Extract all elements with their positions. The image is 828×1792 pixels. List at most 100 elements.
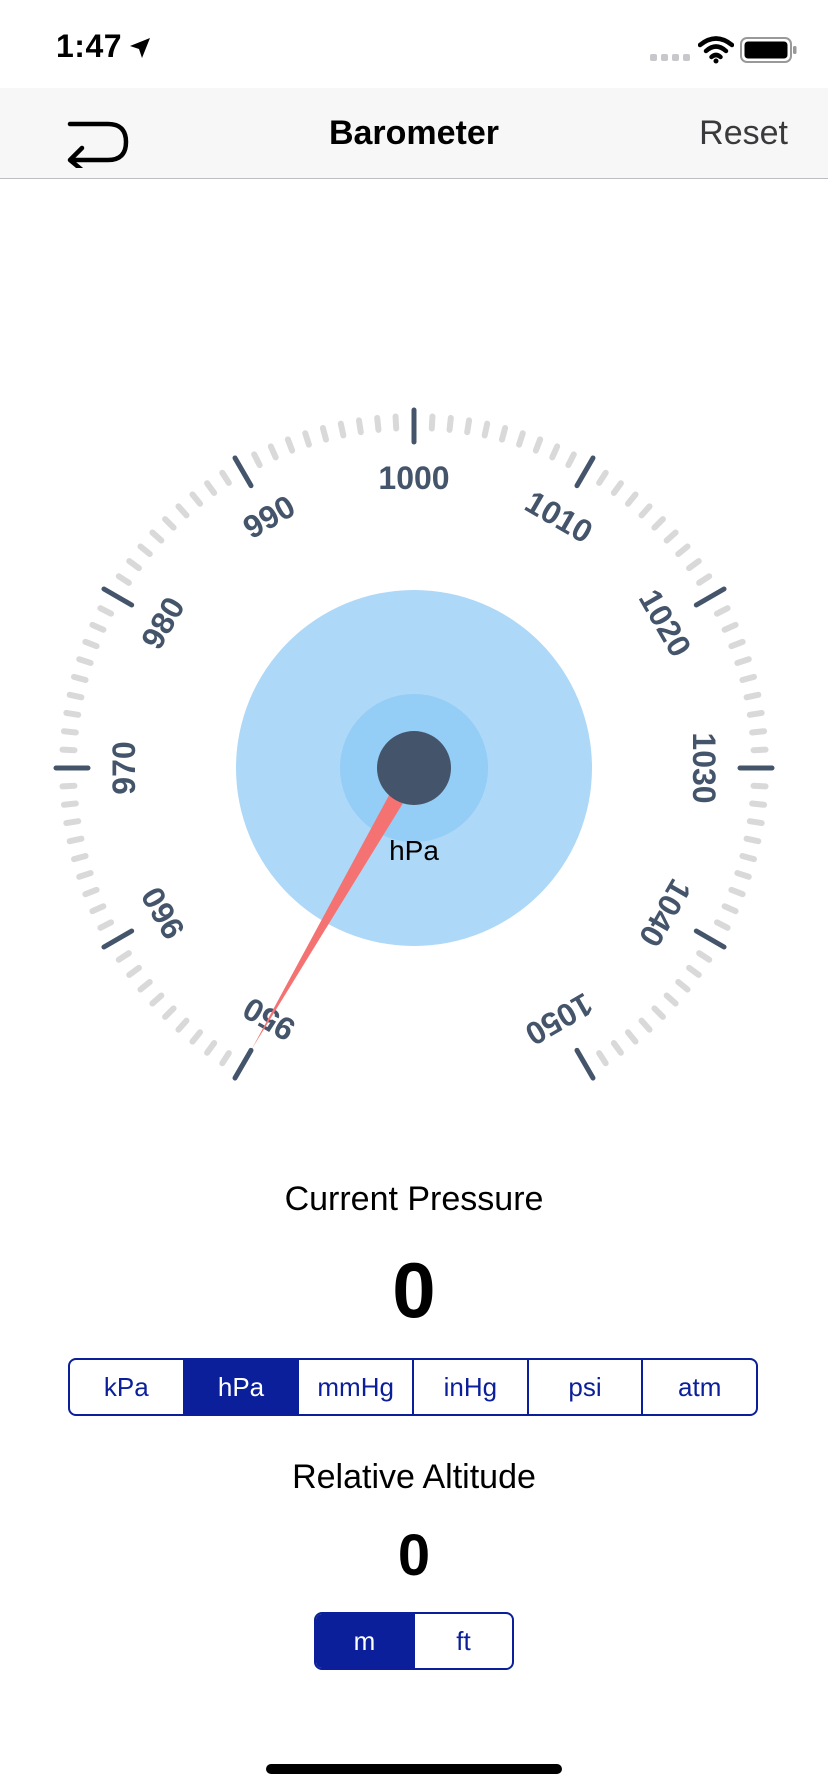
gauge-minor-tick xyxy=(319,424,330,443)
gauge-minor-tick xyxy=(721,903,739,915)
gauge-minor-tick xyxy=(565,451,577,469)
unit-mmhg[interactable]: mmHg xyxy=(299,1360,415,1414)
gauge-minor-tick xyxy=(82,886,100,898)
gauge-minor-tick xyxy=(464,417,473,436)
gauge-minor-tick xyxy=(302,430,312,448)
gauge-minor-tick xyxy=(610,480,624,496)
gauge-tick-label: 1050 xyxy=(519,986,599,1053)
gauge-minor-tick xyxy=(337,420,347,439)
gauge-minor-tick xyxy=(446,414,454,433)
gauge-minor-tick xyxy=(696,950,713,963)
gauge-tick-label: 980 xyxy=(134,591,192,655)
gauge-minor-tick xyxy=(728,638,746,650)
unit-atm[interactable]: atm xyxy=(643,1360,756,1414)
reset-button[interactable]: Reset xyxy=(699,114,788,153)
unit-hpa[interactable]: hPa xyxy=(184,1360,300,1414)
gauge-minor-tick xyxy=(60,728,79,736)
relative-altitude-value: 0 xyxy=(397,1523,431,1588)
gauge-minor-tick xyxy=(126,964,142,978)
gauge-minor-tick xyxy=(162,1005,177,1020)
gauge-tick-label: 1030 xyxy=(686,732,722,803)
gauge-minor-tick xyxy=(743,691,762,701)
gauge-minor-tick xyxy=(428,413,436,432)
gauge-minor-tick xyxy=(686,558,702,572)
gauge-tick-label: 1010 xyxy=(519,483,599,550)
gauge-minor-tick xyxy=(175,1017,190,1033)
gauge-minor-tick xyxy=(651,1005,666,1020)
gauge-minor-tick xyxy=(63,709,82,718)
gauge-minor-tick xyxy=(624,1029,639,1045)
gauge-minor-tick xyxy=(696,573,713,586)
gauge-tick-label: 1040 xyxy=(632,873,699,953)
gauge-major-tick xyxy=(693,586,727,608)
gauge-minor-tick xyxy=(204,480,218,496)
gauge-major-tick xyxy=(574,1047,596,1081)
gauge-minor-tick xyxy=(89,903,107,915)
gauge-minor-tick xyxy=(374,414,382,433)
gauge-minor-tick xyxy=(115,950,132,963)
gauge-minor-tick xyxy=(663,992,679,1007)
gauge-minor-tick xyxy=(219,469,232,486)
gauge-minor-tick xyxy=(721,621,739,633)
unit-kpa[interactable]: kPa xyxy=(70,1360,185,1414)
gauge-minor-tick xyxy=(739,852,758,863)
unit-inhg[interactable]: inHg xyxy=(414,1360,529,1414)
gauge-major-tick xyxy=(232,1047,254,1081)
gauge-minor-tick xyxy=(76,870,94,880)
gauge-tick-label: 1000 xyxy=(378,460,449,496)
gauge-tick-label: 970 xyxy=(106,741,142,794)
gauge-minor-tick xyxy=(596,469,609,486)
unit-psi[interactable]: psi xyxy=(529,1360,644,1414)
gauge-minor-tick xyxy=(126,558,142,572)
gauge-minor-tick xyxy=(59,782,78,790)
gauge-minor-tick xyxy=(516,430,526,448)
gauge-minor-tick xyxy=(549,443,561,461)
home-indicator[interactable] xyxy=(266,1764,562,1774)
gauge-minor-tick xyxy=(355,417,364,436)
gauge-minor-tick xyxy=(713,919,731,931)
gauge-minor-tick xyxy=(82,638,100,650)
gauge-minor-tick xyxy=(746,818,765,827)
gauge-minor-tick xyxy=(175,503,190,519)
barometer-gauge: 950960970980990100010101020103010401050 … xyxy=(53,407,775,1081)
gauge-minor-tick xyxy=(481,420,491,439)
gauge-minor-tick xyxy=(638,1017,653,1033)
navigation-bar: Barometer Reset xyxy=(0,88,828,179)
gauge-minor-tick xyxy=(532,436,544,454)
gauge-minor-tick xyxy=(498,424,509,443)
gauge-minor-tick xyxy=(63,818,82,827)
gauge-minor-tick xyxy=(97,919,115,931)
gauge-minor-tick xyxy=(149,992,165,1007)
gauge-minor-tick xyxy=(392,413,400,432)
gauge-minor-tick xyxy=(596,1050,609,1067)
gauge-minor-tick xyxy=(189,491,204,507)
gauge-minor-tick xyxy=(204,1040,218,1056)
unit-m[interactable]: m xyxy=(316,1614,415,1668)
status-time: 1:47 xyxy=(56,28,123,64)
battery-icon xyxy=(740,37,797,63)
gauge-minor-tick xyxy=(89,621,107,633)
gauge-minor-tick xyxy=(60,800,79,808)
gauge-major-tick xyxy=(693,928,727,950)
gauge-minor-tick xyxy=(750,782,769,790)
gauge-minor-tick xyxy=(97,605,115,617)
gauge-major-tick xyxy=(574,455,596,489)
gauge-hub xyxy=(377,731,451,805)
gauge-minor-tick xyxy=(624,491,639,507)
gauge-minor-tick xyxy=(749,800,768,808)
gauge-minor-tick xyxy=(610,1040,624,1056)
unit-ft[interactable]: ft xyxy=(415,1614,512,1668)
wifi-icon xyxy=(698,36,734,64)
pressure-unit-selector: kPa hPa mmHg inHg psi atm xyxy=(68,1358,758,1416)
gauge-major-tick xyxy=(101,928,135,950)
current-pressure-label: Current Pressure xyxy=(284,1180,544,1218)
gauge-minor-tick xyxy=(750,746,769,754)
gauge-minor-tick xyxy=(663,529,679,544)
gauge-minor-tick xyxy=(675,978,691,993)
gauge-minor-tick xyxy=(267,443,279,461)
gauge-minor-tick xyxy=(76,656,94,666)
altitude-unit-selector: m ft xyxy=(314,1612,514,1670)
gauge-minor-tick xyxy=(115,573,132,586)
current-pressure-value: 0 xyxy=(392,1246,436,1334)
gauge-minor-tick xyxy=(149,529,165,544)
